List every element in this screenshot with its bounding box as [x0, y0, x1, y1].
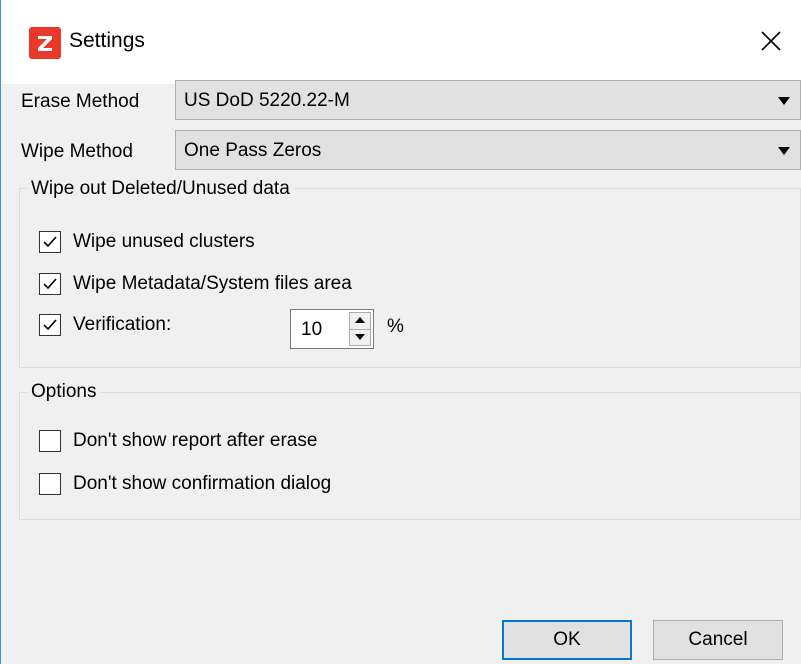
dialog-content: Erase Method US DoD 5220.22-M Wipe Metho…: [1, 80, 801, 664]
wipe-metadata-checkbox[interactable]: [39, 273, 61, 295]
wipe-method-select[interactable]: One Pass Zeros: [175, 130, 801, 170]
options-group-box: [19, 392, 801, 520]
ok-button[interactable]: OK: [502, 620, 632, 660]
app-icon: [29, 27, 61, 59]
wipe-metadata-label: Wipe Metadata/System files area: [73, 273, 352, 294]
spin-down-button[interactable]: [350, 329, 370, 345]
wipe-group-title: Wipe out Deleted/Unused data: [27, 178, 294, 200]
spin-up-button[interactable]: [350, 313, 370, 330]
verification-checkbox[interactable]: [39, 314, 61, 336]
verification-spinbox[interactable]: 10: [290, 309, 374, 349]
no-report-label: Don't show report after erase: [73, 430, 318, 451]
arrow-down-icon: [355, 334, 365, 340]
chevron-down-icon: [778, 97, 790, 105]
chevron-down-icon: [778, 147, 790, 155]
wipe-method-label: Wipe Method: [21, 141, 133, 162]
verification-value: 10: [301, 319, 323, 340]
no-confirmation-label: Don't show confirmation dialog: [73, 473, 332, 494]
spin-buttons: [349, 312, 371, 346]
options-group-title: Options: [27, 381, 101, 403]
verification-unit: %: [387, 316, 404, 337]
close-icon: [761, 31, 781, 51]
close-button[interactable]: [754, 24, 788, 58]
arrow-up-icon: [355, 317, 365, 323]
cancel-button[interactable]: Cancel: [653, 620, 783, 660]
settings-dialog: Settings Erase Method US DoD 5220.22-M W…: [0, 0, 801, 664]
verification-label: Verification:: [73, 314, 172, 335]
wipe-unused-clusters-label: Wipe unused clusters: [73, 231, 255, 252]
no-confirmation-checkbox[interactable]: [39, 473, 61, 495]
wipe-unused-clusters-checkbox[interactable]: [39, 231, 61, 253]
z-logo-icon: [38, 36, 52, 51]
window-title: Settings: [69, 29, 145, 52]
checkmark-icon: [43, 278, 57, 290]
erase-method-select[interactable]: US DoD 5220.22-M: [175, 80, 801, 120]
no-report-checkbox[interactable]: [39, 430, 61, 452]
erase-method-label: Erase Method: [21, 91, 140, 112]
wipe-method-value: One Pass Zeros: [184, 140, 322, 161]
erase-method-value: US DoD 5220.22-M: [184, 90, 350, 111]
checkmark-icon: [43, 319, 57, 331]
checkmark-icon: [43, 236, 57, 248]
title-bar: Settings: [1, 0, 801, 84]
